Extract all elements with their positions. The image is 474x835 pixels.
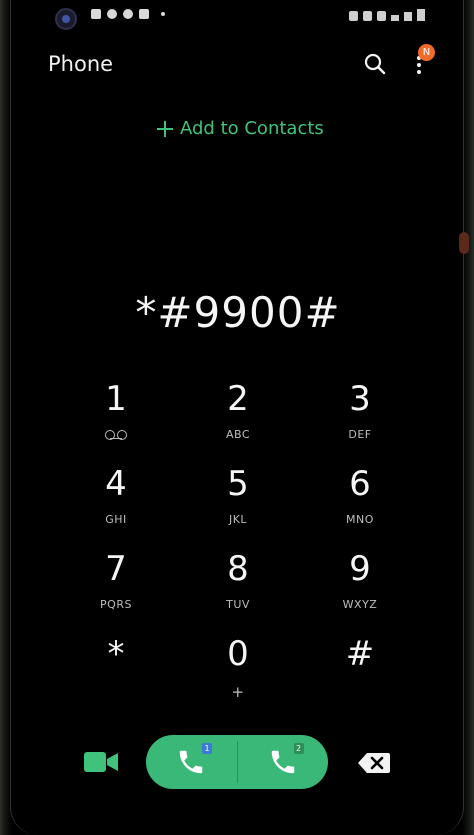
key-digit: 2 xyxy=(227,379,249,419)
sim2-badge: 2 xyxy=(293,743,304,754)
add-to-contacts-button[interactable]: Add to Contacts xyxy=(156,118,324,139)
key-letters: MNO xyxy=(346,513,374,526)
voicemail-icon xyxy=(105,430,127,440)
key-letters: + xyxy=(231,683,245,701)
key-0[interactable]: 0 + xyxy=(177,629,299,714)
call-sim2-button[interactable]: 2 xyxy=(238,735,329,789)
status-system-icons xyxy=(349,9,425,21)
key-letters: WXYZ xyxy=(342,598,378,611)
bag-notification-icon xyxy=(139,9,149,19)
front-camera xyxy=(55,8,77,30)
app-notification-icon xyxy=(107,9,117,19)
key-digit: 6 xyxy=(349,464,371,504)
key-letters: DEF xyxy=(348,428,372,441)
app-title: Phone xyxy=(48,52,114,76)
key-1[interactable]: 1 xyxy=(55,374,177,459)
dialed-number: *#9900# xyxy=(135,288,341,337)
edge-panel-handle[interactable] xyxy=(459,232,469,254)
key-digit: 9 xyxy=(349,549,371,589)
key-hash[interactable]: # xyxy=(299,629,421,714)
key-9[interactable]: 9 WXYZ xyxy=(299,544,421,629)
call-sim1-button[interactable]: 1 xyxy=(146,735,237,789)
key-letters: GHI xyxy=(105,513,127,526)
signal-bar-icon xyxy=(404,12,412,21)
device-frame: Phone N Add to Contacts *#9900# 1 2 ABC xyxy=(0,0,474,835)
video-call-icon[interactable] xyxy=(84,751,118,773)
key-digit: # xyxy=(345,634,375,674)
mute-icon xyxy=(363,11,372,21)
key-digit: 1 xyxy=(105,379,127,419)
key-digit: 4 xyxy=(105,464,127,504)
key-letters: TUV xyxy=(226,598,250,611)
alarm-icon xyxy=(349,11,358,21)
battery-icon xyxy=(417,9,425,21)
wifi-icon xyxy=(377,11,386,21)
key-6[interactable]: 6 MNO xyxy=(299,459,421,544)
key-letters: ABC xyxy=(225,428,251,441)
notification-badge: N xyxy=(418,44,435,61)
dial-keypad: 1 2 ABC 3 DEF 4 GHI 5 JKL 6 MNO 7 PQRS 8… xyxy=(55,374,421,714)
message-icon xyxy=(91,9,101,19)
key-digit: 3 xyxy=(349,379,371,419)
key-2[interactable]: 2 ABC xyxy=(177,374,299,459)
status-notification-icons xyxy=(91,9,165,19)
plus-icon xyxy=(156,120,174,138)
add-to-contacts-label: Add to Contacts xyxy=(180,118,324,139)
key-digit: 5 xyxy=(227,464,249,504)
phone-screen: Phone N Add to Contacts *#9900# 1 2 ABC xyxy=(10,0,469,835)
key-8[interactable]: 8 TUV xyxy=(177,544,299,629)
sim1-badge: 1 xyxy=(202,743,212,754)
key-5[interactable]: 5 JKL xyxy=(177,459,299,544)
more-notifications-dot-icon xyxy=(161,12,165,16)
key-digit: 7 xyxy=(105,549,127,589)
key-digit: * xyxy=(107,634,125,674)
media-notification-icon xyxy=(123,9,133,19)
key-digit: 0 xyxy=(227,634,249,674)
key-letters: JKL xyxy=(228,513,248,526)
key-letters: PQRS xyxy=(100,598,132,611)
call-buttons: 1 2 xyxy=(146,735,328,789)
key-4[interactable]: 4 GHI xyxy=(55,459,177,544)
signal-bar-icon xyxy=(391,15,399,21)
status-bar xyxy=(11,0,465,34)
key-digit: 8 xyxy=(227,549,249,589)
backspace-icon[interactable] xyxy=(357,752,391,774)
search-icon[interactable] xyxy=(364,53,386,75)
key-7[interactable]: 7 PQRS xyxy=(55,544,177,629)
key-3[interactable]: 3 DEF xyxy=(299,374,421,459)
key-star[interactable]: * xyxy=(55,629,177,714)
